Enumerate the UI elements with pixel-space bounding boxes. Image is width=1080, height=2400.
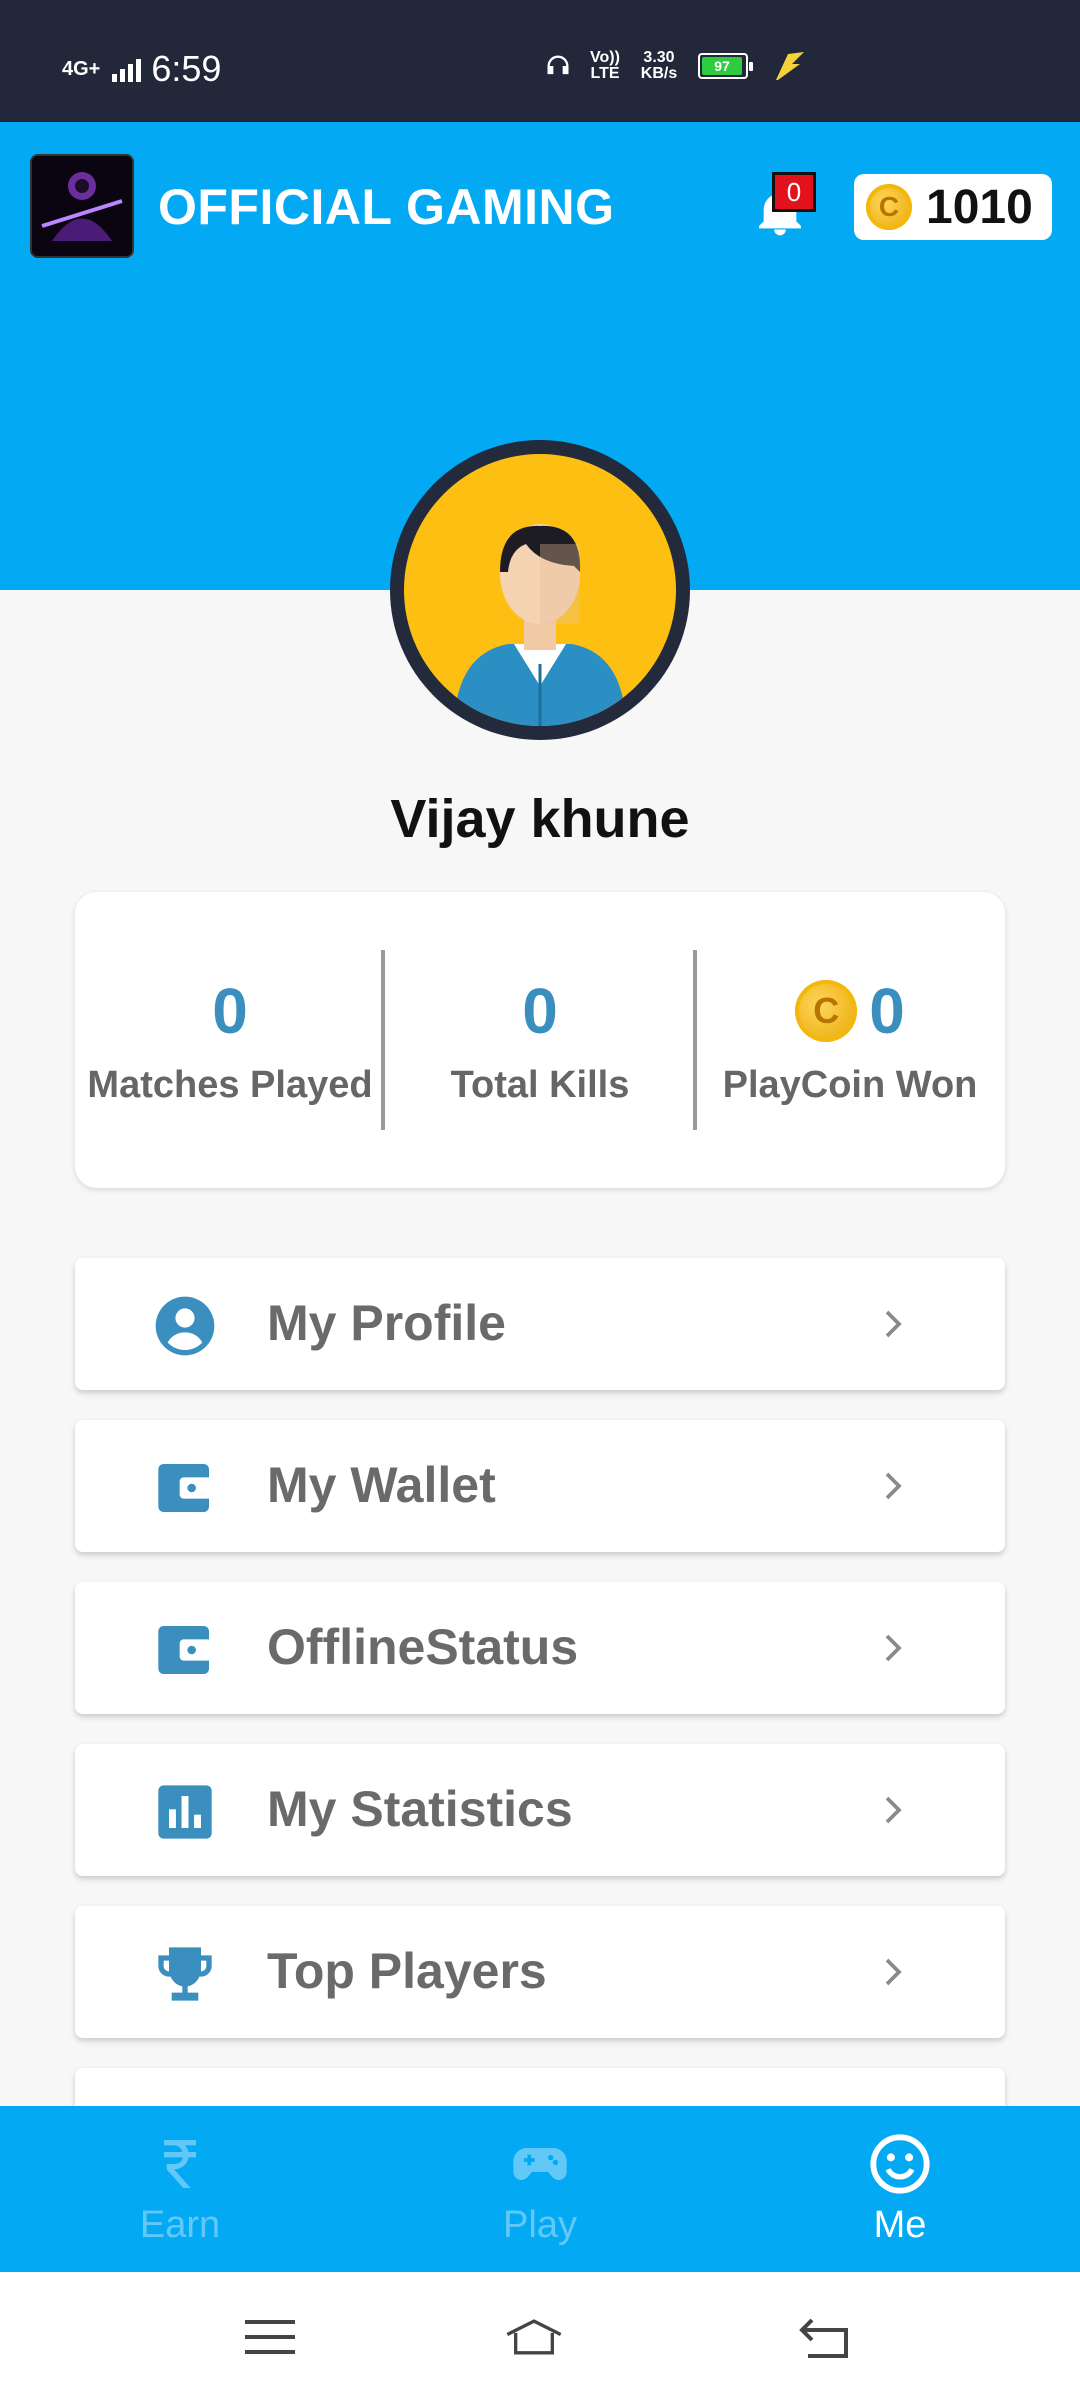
menu-item-offline-status[interactable]: OfflineStatus — [75, 1582, 1005, 1714]
menu-label: OfflineStatus — [267, 1619, 579, 1675]
app-title: OFFICIAL GAMING — [158, 179, 615, 235]
status-bar: 4G+ 6:59 Vo)) LTE 3.30 KB/s 97 — [0, 0, 1080, 122]
home-icon[interactable] — [504, 2312, 564, 2362]
menu-label: Top Players — [267, 1943, 547, 1999]
stat-value: 0 — [212, 975, 248, 1047]
nav-me[interactable]: Me — [720, 2106, 1080, 2272]
chevron-right-icon — [885, 1310, 902, 1338]
stat-value: 0 — [869, 975, 905, 1047]
notification-badge: 0 — [772, 172, 816, 212]
stat-label: Matches Played — [87, 1064, 373, 1106]
charging-icon — [776, 52, 804, 80]
headphones-icon — [547, 55, 569, 75]
menu-label: My Wallet — [267, 1457, 496, 1513]
nav-play[interactable]: Play — [360, 2106, 720, 2272]
username: Vijay khune — [390, 789, 690, 849]
wallet-icon — [158, 1626, 212, 1674]
trophy-icon — [158, 1947, 212, 2001]
nav-label: Earn — [139, 2204, 221, 2246]
back-icon[interactable] — [794, 2312, 854, 2362]
stat-label: PlayCoin Won — [722, 1064, 978, 1106]
bar-chart-icon — [158, 1785, 212, 1839]
coin-amount: 1010 — [926, 180, 1033, 234]
coin-icon: C — [866, 184, 912, 230]
network-type: 4G+ — [62, 58, 101, 80]
chevron-right-icon — [885, 1472, 902, 1500]
coin-icon: C — [795, 980, 858, 1042]
battery-icon: 97 — [698, 53, 753, 79]
stats-card: 0 Matches Played 0 Total Kills C0 PlayCo… — [75, 892, 1005, 1188]
gamepad-icon — [513, 2148, 567, 2180]
menu-label: My Profile — [267, 1295, 506, 1351]
menu-item-top-players[interactable]: Top Players — [75, 1906, 1005, 2038]
menu-item-my-statistics[interactable]: My Statistics — [75, 1744, 1005, 1876]
stat-total-kills: 0 Total Kills — [385, 892, 695, 1188]
chevron-right-icon — [885, 1958, 902, 1986]
menu-item-my-profile[interactable]: My Profile — [75, 1258, 1005, 1390]
signal-icon — [112, 56, 142, 82]
stat-label: Total Kills — [450, 1064, 630, 1106]
system-nav-bar — [0, 2272, 1080, 2400]
menu-label: My Statistics — [267, 1781, 573, 1837]
stat-playcoin-won: C0 PlayCoin Won — [695, 892, 1005, 1188]
nav-earn[interactable]: Earn — [0, 2106, 360, 2272]
wallet-icon — [158, 1464, 212, 1512]
network-speed: 3.30 KB/s — [640, 49, 678, 82]
account-circle-icon — [155, 1296, 215, 1356]
menu-item-my-wallet[interactable]: My Wallet — [75, 1420, 1005, 1552]
rupee-icon — [164, 2140, 196, 2188]
status-time: 6:59 — [151, 48, 222, 89]
coin-balance[interactable]: C 1010 — [854, 174, 1052, 240]
bottom-nav: Earn Play Me — [0, 2106, 1080, 2272]
stat-matches-played: 0 Matches Played — [75, 892, 385, 1188]
chevron-right-icon — [885, 1634, 902, 1662]
smiley-icon — [870, 2134, 930, 2194]
app-logo[interactable] — [30, 154, 134, 258]
avatar[interactable] — [390, 440, 690, 740]
menu-icon[interactable] — [240, 2312, 300, 2362]
volte-indicator: Vo)) LTE — [590, 49, 620, 82]
nav-label: Play — [503, 2204, 577, 2246]
stat-value: 0 — [522, 975, 558, 1047]
chevron-right-icon — [885, 1796, 902, 1824]
nav-label: Me — [873, 2204, 927, 2246]
